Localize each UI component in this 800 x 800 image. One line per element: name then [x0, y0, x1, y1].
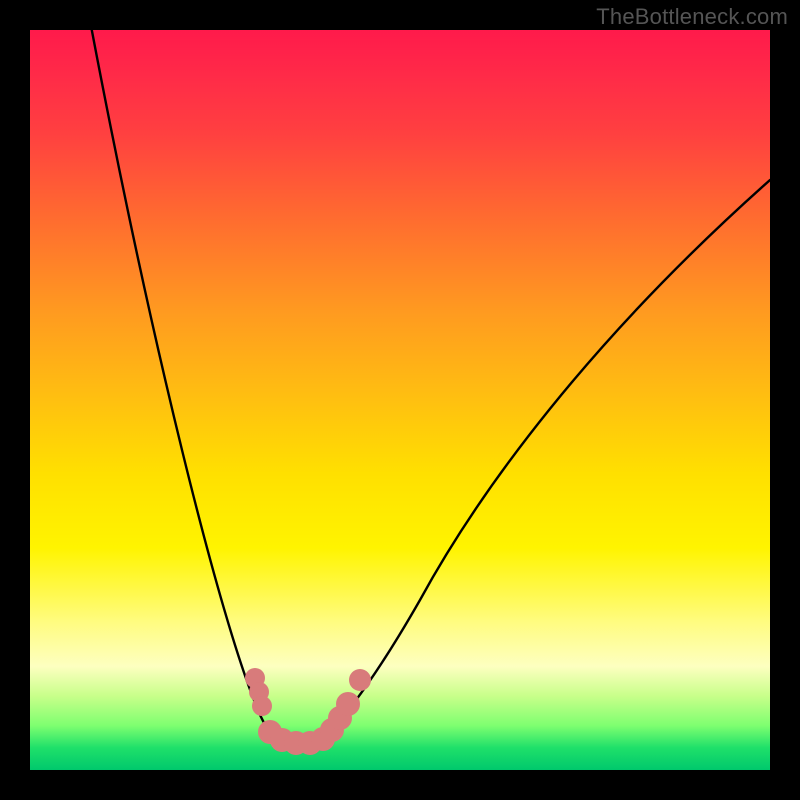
right-curve — [330, 180, 770, 732]
curve-layer — [30, 30, 770, 770]
data-dot — [349, 669, 371, 691]
watermark-text: TheBottleneck.com — [596, 4, 788, 30]
dot-cluster — [245, 668, 371, 755]
left-curve — [88, 30, 270, 732]
chart-outer-frame: TheBottleneck.com — [0, 0, 800, 800]
data-dot — [252, 696, 272, 716]
plot-area — [30, 30, 770, 770]
data-dot — [336, 692, 360, 716]
